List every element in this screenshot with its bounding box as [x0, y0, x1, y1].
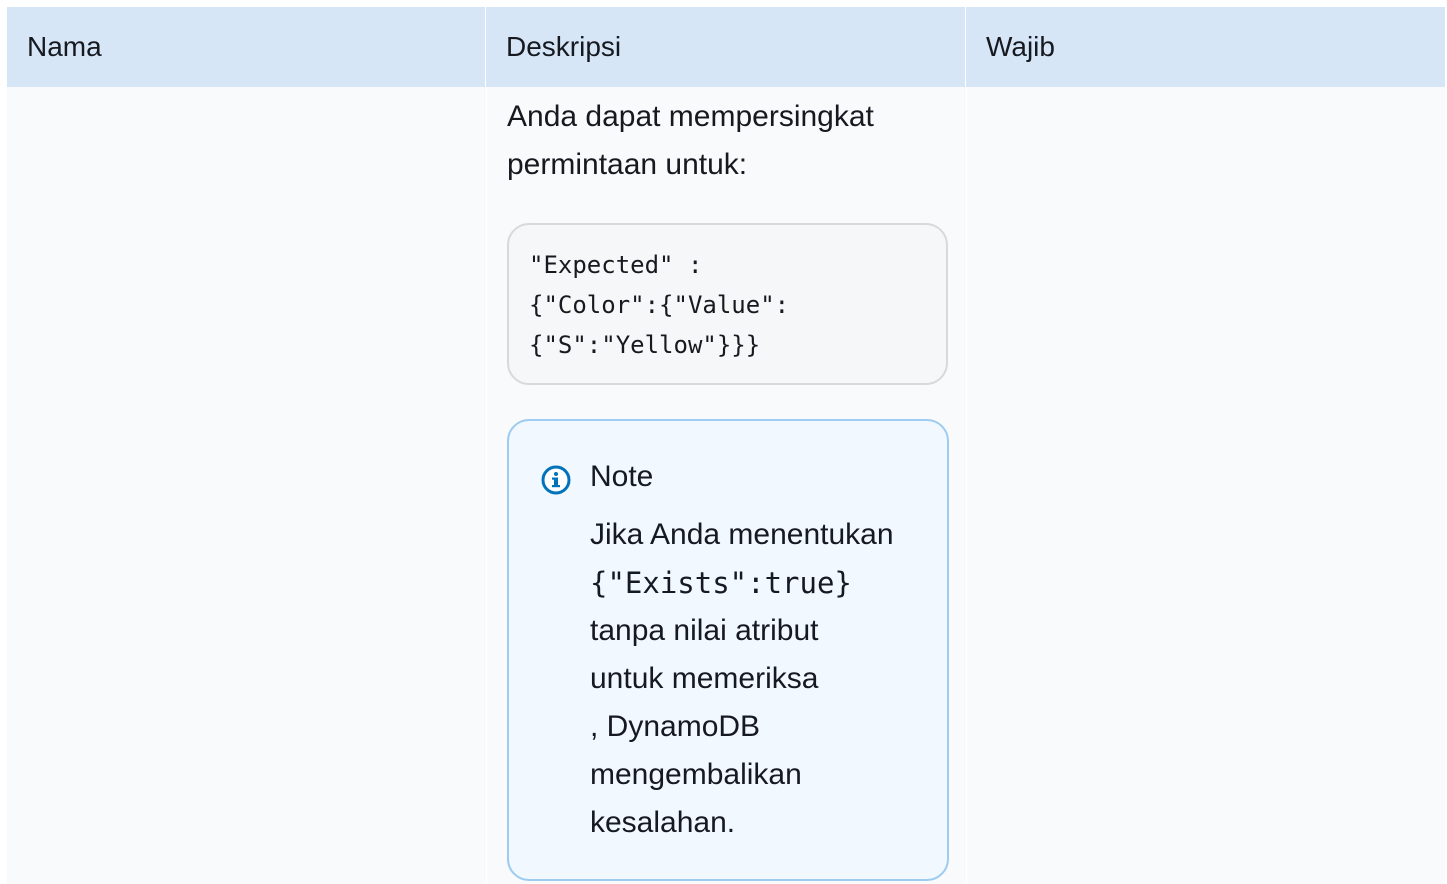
table-header-row: Nama Deskripsi Wajib	[7, 7, 1445, 87]
code-line: {"S":"Yellow"}}}	[529, 331, 761, 359]
code-line: "Expected" :	[529, 251, 703, 279]
column-header-name: Nama	[7, 7, 486, 87]
code-block: "Expected" : {"Color":{"Value": {"S":"Yel…	[507, 223, 948, 385]
note-callout: Note Jika Anda menentukan {"Exists":true…	[507, 419, 949, 881]
column-divider	[966, 87, 967, 884]
info-icon	[541, 465, 571, 495]
description-text-line: Anda dapat mempersingkat	[507, 100, 874, 133]
note-inline-code: {"Exists":true}	[590, 566, 852, 600]
note-line: kesalahan.	[590, 806, 736, 839]
note-line: untuk memeriksa	[590, 662, 819, 695]
note-title: Note	[590, 460, 654, 493]
description-cell: Anda dapat mempersingkat permintaan untu…	[507, 87, 949, 881]
column-header-description: Deskripsi	[486, 7, 966, 87]
note-line: mengembalikan	[590, 758, 802, 791]
column-header-required: Wajib	[986, 31, 1055, 62]
description-text-line: permintaan untuk:	[507, 148, 748, 181]
note-line: Jika Anda menentukan	[590, 518, 894, 551]
note-line: , DynamoDB	[590, 710, 761, 743]
note-body: Jika Anda menentukan {"Exists":true} tan…	[590, 511, 930, 847]
parameter-table: Nama Deskripsi Wajib Anda dapat mempersi…	[7, 7, 1445, 884]
code-line: {"Color":{"Value":	[529, 291, 790, 319]
column-divider	[486, 87, 487, 884]
description-text: Anda dapat mempersingkat permintaan untu…	[507, 93, 947, 189]
note-line: tanpa nilai atribut	[590, 614, 819, 647]
